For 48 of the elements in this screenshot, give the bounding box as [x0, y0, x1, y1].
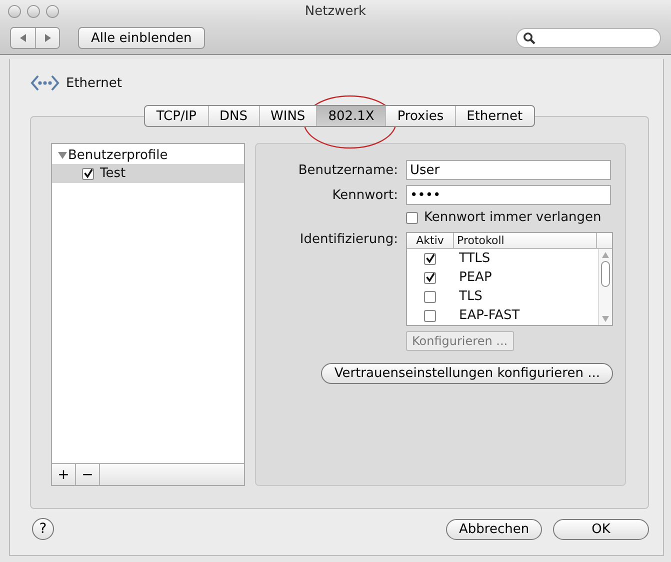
tab[interactable]: Ethernet — [454, 106, 534, 126]
checkbox[interactable] — [82, 168, 94, 180]
scroll-up-icon[interactable] — [602, 252, 609, 258]
search-field[interactable] — [516, 28, 661, 48]
profile-group-label: Benutzerprofile — [68, 148, 168, 163]
column-header: Aktiv — [415, 233, 445, 248]
forward-button[interactable] — [35, 28, 59, 48]
tab[interactable]: Proxies — [385, 106, 455, 126]
minimize-button[interactable] — [27, 4, 40, 18]
checkbox[interactable] — [424, 290, 436, 302]
profile-item[interactable]: Test — [52, 164, 244, 183]
back-icon — [18, 33, 28, 43]
search-icon — [523, 32, 536, 44]
table-cell-text: TLS — [458, 289, 482, 304]
tab[interactable]: TCP/IP — [145, 106, 208, 126]
tab[interactable]: DNS — [208, 106, 259, 126]
column-header: Protokoll — [453, 233, 596, 248]
username-field[interactable]: User — [406, 160, 611, 180]
checkbox[interactable] — [424, 252, 436, 264]
checkbox-label: Kennwort immer verlangen — [424, 210, 602, 225]
scrollbar[interactable] — [598, 249, 612, 325]
trust-settings-button[interactable]: Vertrauenseinstellungen konfigurieren ... — [321, 363, 613, 384]
close-button[interactable] — [8, 4, 21, 18]
tab[interactable]: 802.1X — [316, 106, 386, 126]
checkbox[interactable] — [424, 272, 436, 284]
remove-button[interactable]: − — [76, 464, 100, 485]
table-cell-text: TTLS — [458, 251, 490, 266]
zoom-button[interactable] — [46, 4, 59, 18]
show-all-button[interactable]: Alle einblenden — [78, 27, 205, 49]
scroll-down-icon[interactable] — [602, 316, 609, 322]
add-button[interactable]: + — [52, 464, 76, 485]
scroll-thumb[interactable] — [601, 261, 610, 287]
password-label: Kennwort: — [331, 188, 398, 202]
table-cell-text: PEAP — [458, 270, 492, 285]
dialog-button[interactable]: Abbrechen — [446, 518, 542, 540]
forward-icon — [42, 33, 52, 43]
service-name: Ethernet — [66, 76, 122, 90]
checkbox[interactable] — [424, 310, 436, 322]
back-button[interactable] — [11, 28, 35, 48]
password-field[interactable]: •••• — [406, 185, 611, 205]
username-label: Benutzername: — [297, 162, 398, 178]
identification-label: Identifizierung: — [298, 232, 398, 247]
table-cell-text: EAP-FAST — [458, 308, 520, 323]
checkbox[interactable] — [406, 212, 418, 224]
disclosure-triangle-icon[interactable] — [58, 151, 67, 160]
dialog-button[interactable]: OK — [553, 518, 649, 540]
window-title: Netzwerk — [304, 4, 366, 18]
help-button[interactable]: ? — [32, 518, 54, 540]
